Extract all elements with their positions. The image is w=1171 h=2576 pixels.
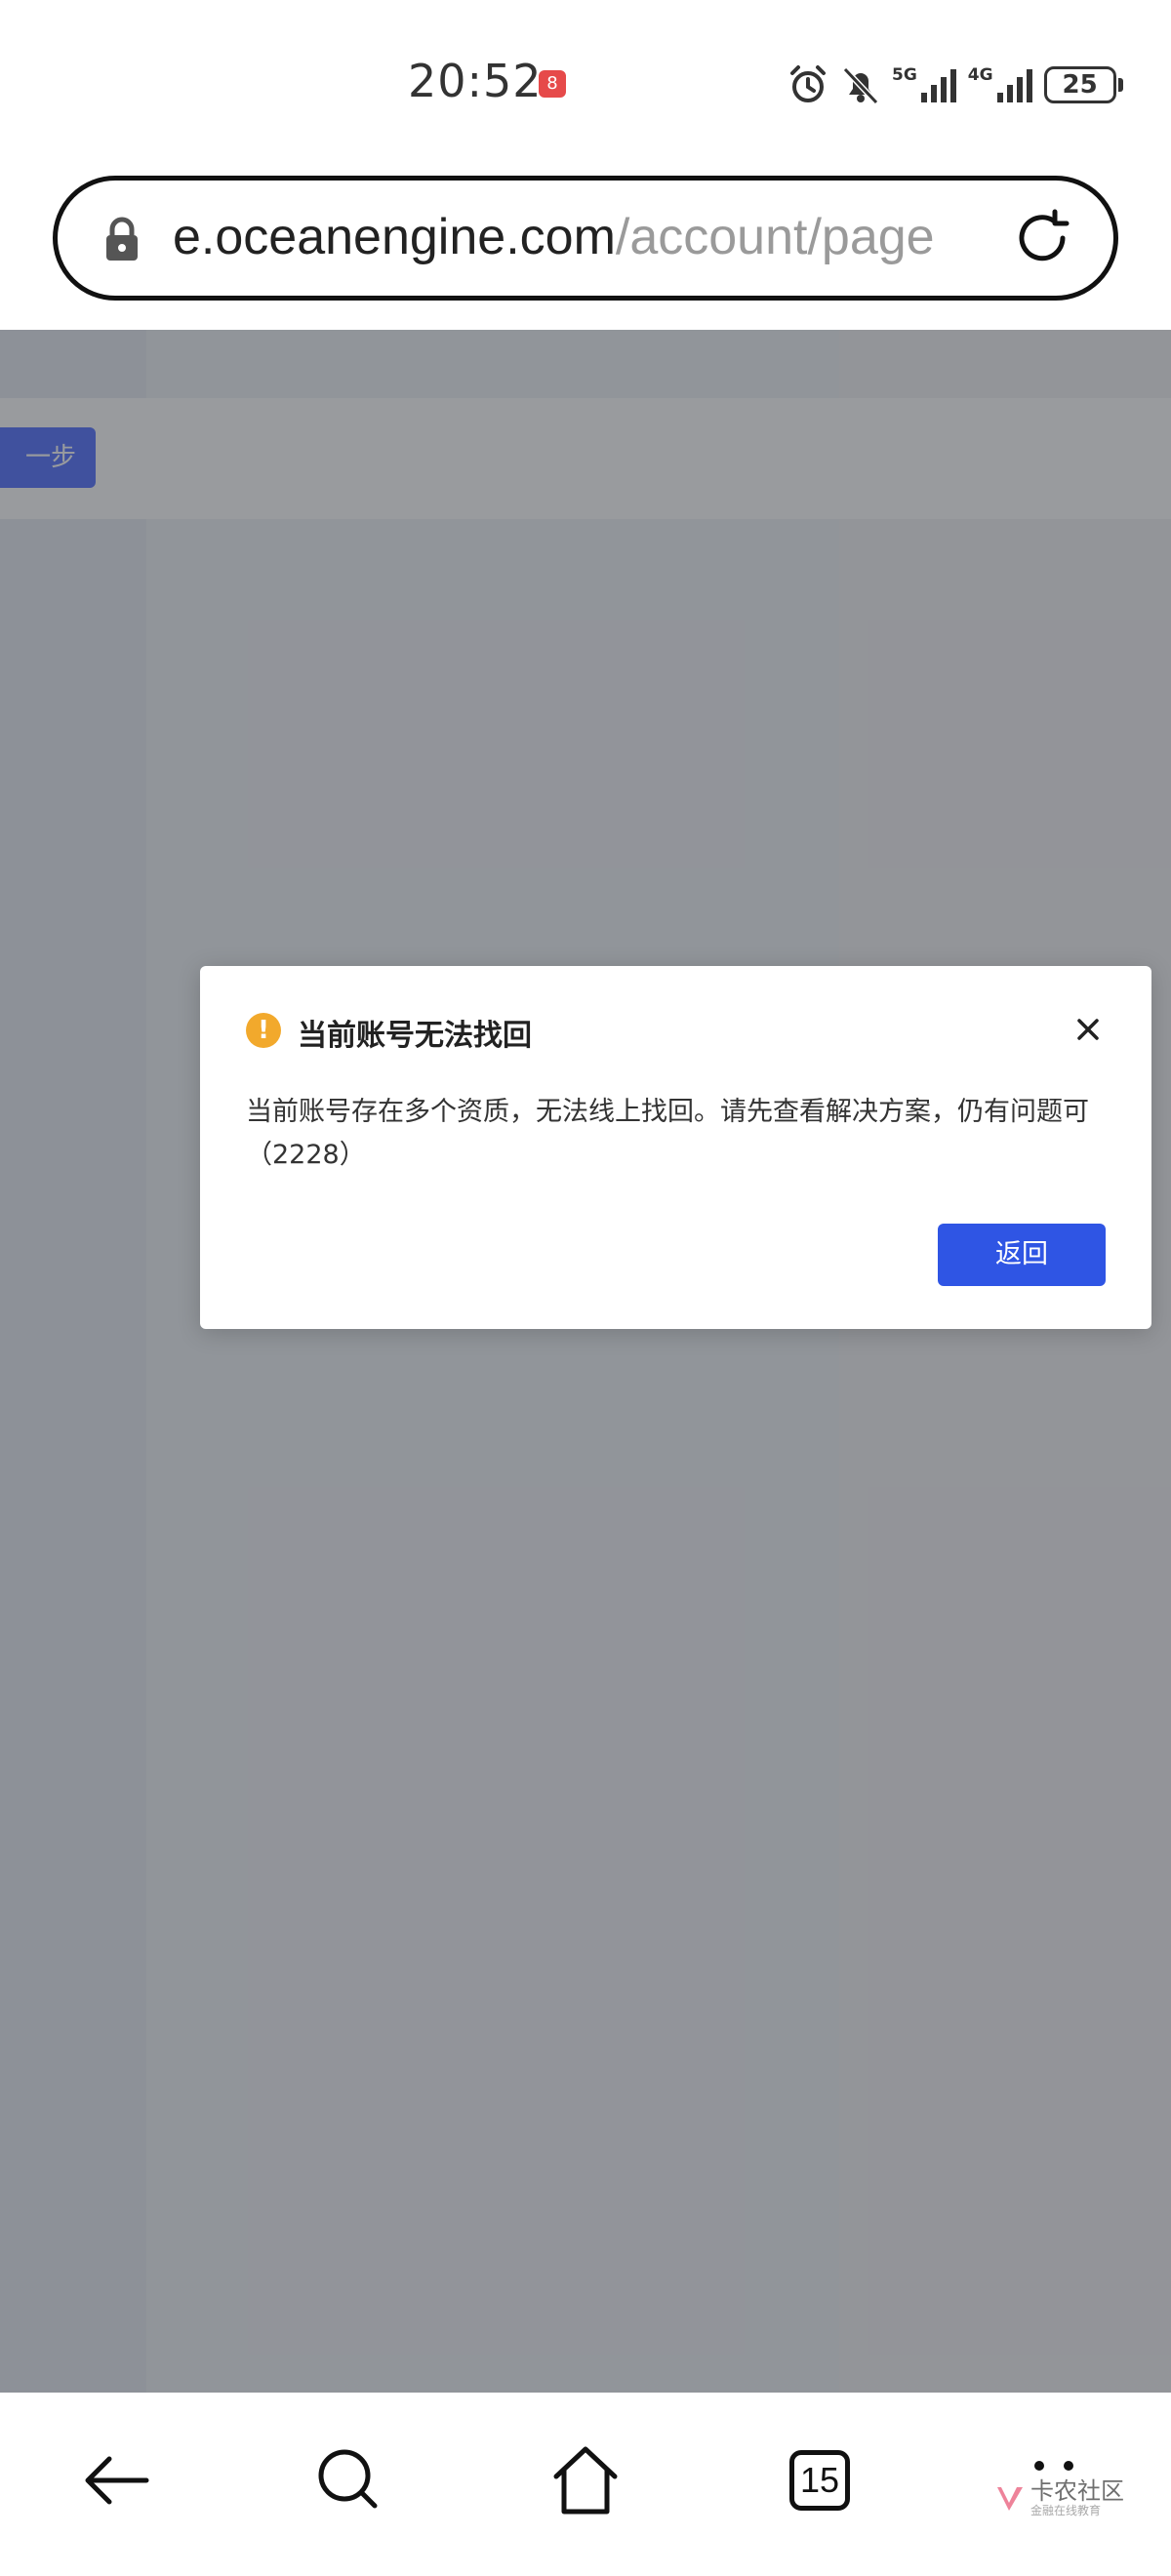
watermark-title: 卡农社区 — [1030, 2477, 1124, 2505]
watermark-logo-icon — [997, 2487, 1023, 2511]
nav-back-button[interactable] — [78, 2441, 156, 2519]
web-content: 一步 — [0, 330, 1171, 2393]
mute-bell-icon — [842, 66, 879, 105]
nav-search-button[interactable] — [310, 2441, 388, 2519]
back-button[interactable]: 返回 — [938, 1224, 1106, 1286]
status-bar: 20:52 8 5G 4G 25 — [0, 0, 1171, 171]
status-time: 20:52 — [408, 55, 543, 107]
url-text[interactable]: e.oceanengine.com/account/page — [173, 208, 935, 266]
close-icon[interactable] — [1073, 1015, 1103, 1044]
app-notification-icon: 8 — [539, 70, 566, 98]
arrow-left-icon — [85, 2456, 149, 2505]
more-dots-icon — [1034, 2461, 1073, 2471]
error-dialog: ! 当前账号无法找回 当前账号存在多个资质，无法线上找回。请先查看解决方案，仍有… — [200, 966, 1151, 1329]
watermark: 卡农社区 金融在线教育 — [993, 2478, 1124, 2517]
dialog-title: 当前账号无法找回 — [298, 1019, 532, 1053]
alarm-icon — [790, 65, 826, 102]
signal-4g-icon: 4G — [968, 65, 1034, 104]
search-icon — [318, 2449, 378, 2509]
watermark-subtitle: 金融在线教育 — [1030, 2504, 1102, 2517]
warning-icon: ! — [246, 1013, 281, 1048]
status-icons: 5G 4G 25 — [787, 60, 1123, 109]
url-host: e.oceanengine.com — [173, 209, 616, 265]
bottom-nav: 15 卡农社区 金融在线教育 — [0, 2393, 1171, 2576]
home-icon — [553, 2446, 618, 2515]
url-path: /account/page — [615, 209, 935, 265]
nav-menu-button[interactable] — [1015, 2451, 1093, 2480]
modal-overlay[interactable] — [0, 330, 1171, 2393]
nav-home-button[interactable] — [546, 2441, 625, 2519]
dialog-message: 当前账号存在多个资质，无法线上找回。请先查看解决方案，仍有问题可（2228） — [246, 1097, 1089, 1170]
watermark-text: 卡农社区 金融在线教育 — [1030, 2478, 1124, 2517]
address-bar[interactable]: e.oceanengine.com/account/page — [53, 176, 1118, 301]
battery-tip — [1117, 78, 1123, 92]
battery-icon: 25 — [1043, 66, 1116, 103]
nav-tabs-button[interactable]: 15 — [781, 2441, 859, 2519]
lock-icon — [106, 217, 138, 261]
tab-count: 15 — [789, 2450, 850, 2511]
reload-icon[interactable] — [1010, 206, 1074, 270]
signal-5g-icon: 5G — [892, 65, 958, 104]
battery-level: 25 — [1062, 70, 1098, 100]
